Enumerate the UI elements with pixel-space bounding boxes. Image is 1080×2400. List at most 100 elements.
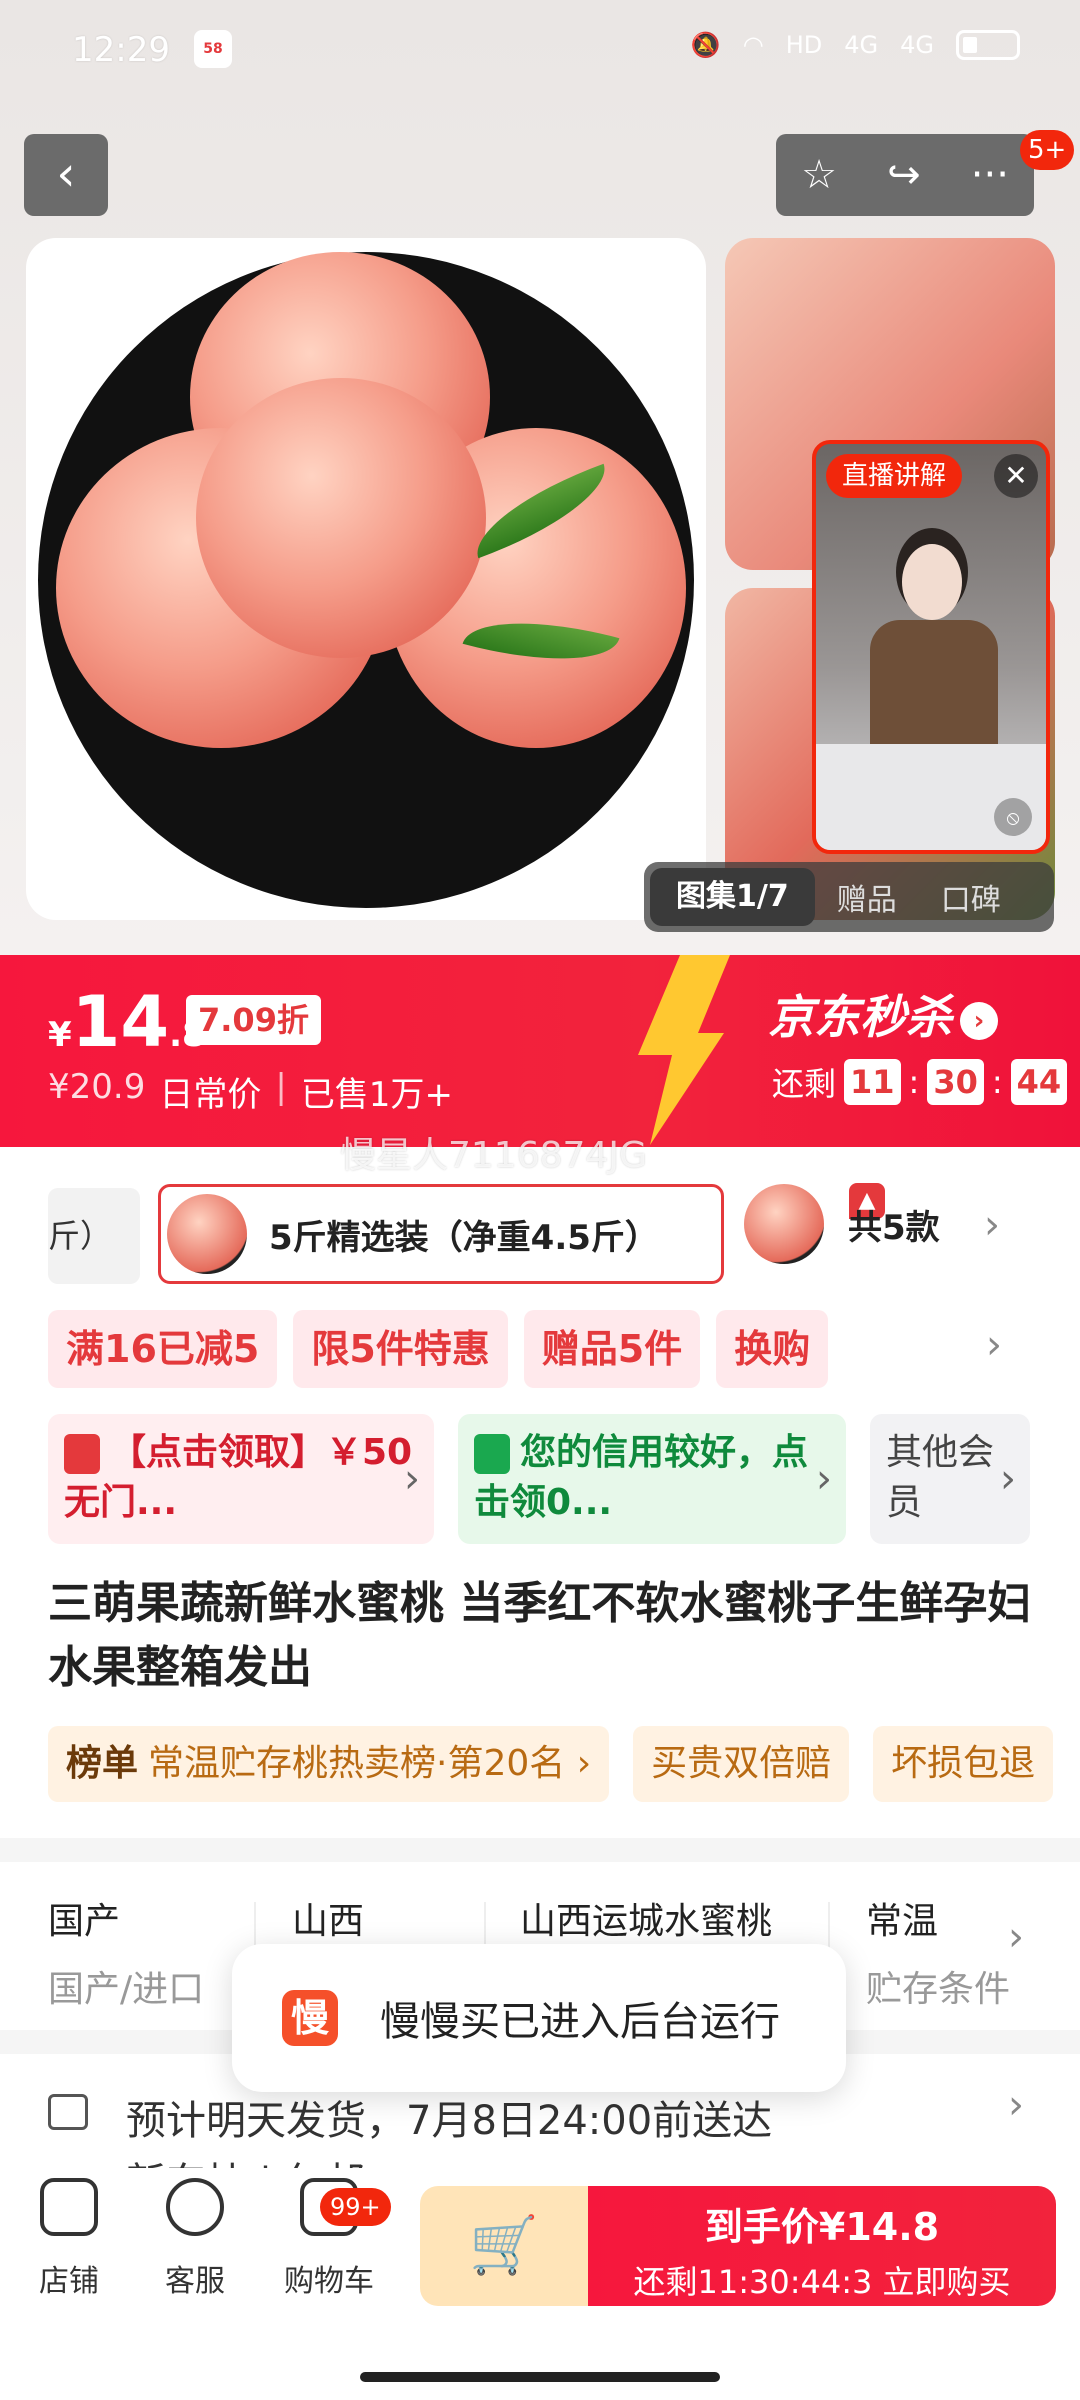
- variant-selector: 斤） 5斤精选装（净重4.5斤） ▲ 共5款 ›: [0, 1180, 1080, 1286]
- price-integer: 14: [71, 981, 170, 1063]
- buy-now-button[interactable]: 到手价¥14.8 还剩11:30:44:3 立即购买: [588, 2186, 1056, 2306]
- coupon-icon: [64, 1434, 100, 1474]
- customer-service-button[interactable]: 客服: [140, 2178, 250, 2300]
- chevron-right-icon: ›: [404, 1456, 420, 1502]
- countdown: 还剩 11 : 30 : 44: [772, 1059, 1068, 1105]
- status-bar: 12:29 58 🔕 ◠ HD 4G 4G: [0, 0, 1080, 100]
- spec-item: 山西: [292, 1892, 364, 1944]
- battery-icon: [956, 30, 1020, 60]
- variant-option[interactable]: 斤）: [48, 1188, 140, 1284]
- member-card[interactable]: 其他会员 ›: [870, 1414, 1030, 1544]
- mute-icon: 🔕: [690, 31, 721, 59]
- service-label: 客服: [165, 2264, 225, 2299]
- countdown-label: 还剩: [772, 1065, 837, 1103]
- spec-value: 常温: [866, 1901, 939, 1942]
- back-button[interactable]: ‹: [24, 134, 108, 216]
- countdown-seconds: 44: [1010, 1059, 1068, 1105]
- tab-gallery[interactable]: 图集1/7: [650, 868, 815, 926]
- original-price-label: 日常价: [159, 1075, 262, 1115]
- add-to-cart-button[interactable]: 🛒: [420, 2186, 588, 2306]
- rank-row: 榜单 常温贮存桃热卖榜·第20名 › 买贵双倍赔 坏损包退: [48, 1726, 1054, 1802]
- chevron-right-icon[interactable]: ›: [984, 1202, 1000, 1248]
- variant-thumbnail: [167, 1194, 247, 1274]
- live-badge: 直播讲解: [826, 454, 963, 498]
- presenter-image: [870, 620, 998, 750]
- shop-label: 店铺: [39, 2264, 99, 2299]
- presenter-image: [902, 544, 962, 620]
- guarantee-badge[interactable]: 买贵双倍赔: [633, 1726, 850, 1802]
- tab-gift[interactable]: 赠品: [815, 875, 919, 919]
- variant-option-selected[interactable]: 5斤精选装（净重4.5斤） ▲: [158, 1183, 885, 1284]
- share-icon[interactable]: ↪: [887, 152, 921, 198]
- spec-item: 国产 国产/进口: [48, 1892, 204, 2012]
- variant-all-button[interactable]: 共5款: [744, 1184, 940, 1264]
- promo-tag[interactable]: 赠品5件: [523, 1310, 701, 1388]
- favorite-icon[interactable]: ☆: [801, 152, 837, 198]
- discount-badge: 7.09折: [186, 995, 321, 1045]
- close-icon[interactable]: ✕: [994, 454, 1038, 498]
- seckill-link[interactable]: 京东秒杀 ›: [768, 981, 998, 1047]
- countdown-minutes: 30: [927, 1059, 984, 1105]
- price-details: ¥20.9 日常价 | 已售1万+: [48, 1067, 453, 1116]
- guarantee-badge[interactable]: 坏损包退: [873, 1726, 1054, 1802]
- promo-tags: 满16已减5 限5件特惠 赠品5件 换购: [48, 1310, 829, 1388]
- shop-button[interactable]: 店铺: [14, 2178, 124, 2300]
- spec-key: 国产/进口: [48, 1969, 205, 2010]
- credit-coupon-card[interactable]: 您的信用较好，点击领0... ›: [458, 1414, 846, 1544]
- countdown-colon: :: [991, 1063, 1003, 1101]
- rank-badge[interactable]: 榜单 常温贮存桃热卖榜·第20名 ›: [48, 1726, 610, 1802]
- price: ¥ 14 .8: [48, 981, 206, 1063]
- hd-icon: HD: [785, 31, 823, 59]
- more-icon[interactable]: ···: [971, 152, 1009, 198]
- peach-image: [196, 378, 486, 658]
- shop-icon: [40, 2178, 98, 2236]
- seckill-title: 京东秒杀: [768, 990, 952, 1044]
- coupon-text: 您的信用较好，点击领0...: [474, 1432, 809, 1523]
- spec-key: 贮存条件: [866, 1969, 1011, 2010]
- buy-countdown: 还剩11:30:44:3 立即购买: [633, 2263, 1011, 2301]
- product-title: 三萌果蔬新鲜水蜜桃 当季红不软水蜜桃子生鲜孕妇水果整箱发出: [48, 1578, 1032, 1693]
- toast-text: 慢慢买已进入后台运行: [380, 1999, 780, 2045]
- home-indicator[interactable]: [360, 2372, 720, 2382]
- chevron-right-icon: ›: [960, 1001, 998, 1040]
- promo-tag[interactable]: 换购: [716, 1310, 829, 1388]
- bottom-action-bar: 店铺 客服 购物车 99+ 🛒 到手价¥14.8 还剩11:30:44:3 立即…: [0, 2168, 1080, 2400]
- rank-text: 常温贮存桃热卖榜·第20名 ›: [148, 1743, 592, 1784]
- chevron-right-icon: ›: [1000, 1456, 1016, 1502]
- signal-4g-icon: 4G: [844, 31, 879, 59]
- variant-thumbnail: [744, 1184, 824, 1264]
- app-icon: 慢: [282, 1990, 338, 2046]
- product-main-image[interactable]: [26, 238, 706, 920]
- section-divider: [0, 1838, 1080, 1862]
- promo-tag[interactable]: 限5件特惠: [293, 1310, 508, 1388]
- coupon-row: 【点击领取】￥50无门... › 您的信用较好，点击领0... › 其他会员 ›: [48, 1414, 1080, 1544]
- status-time: 12:29: [72, 30, 170, 70]
- price-banner: ¥ 14 .8 7.09折 ¥20.9 日常价 | 已售1万+ 京东秒杀› 还剩…: [0, 955, 1080, 1147]
- delivery-truck-icon: [48, 2094, 88, 2130]
- wifi-icon: ◠: [742, 31, 764, 59]
- spec-value: 国产: [48, 1901, 121, 1942]
- countdown-hours: 11: [844, 1059, 901, 1105]
- status-icons: 🔕 ◠ HD 4G 4G: [691, 30, 1020, 60]
- variant-label: 5斤精选装（净重4.5斤）: [269, 1217, 659, 1258]
- separator: |: [275, 1067, 287, 1107]
- shopping-bag-icon: [474, 1434, 510, 1474]
- chevron-right-icon: ›: [816, 1456, 832, 1502]
- tab-reviews[interactable]: 口碑: [919, 875, 1023, 919]
- chevron-right-icon[interactable]: ›: [986, 1322, 1002, 1368]
- mute-icon[interactable]: ⦸: [994, 798, 1032, 836]
- promo-tag[interactable]: 满16已减5: [48, 1310, 278, 1388]
- coupon-text: 【点击领取】￥50无门...: [64, 1432, 413, 1523]
- sold-count: 已售1万+: [300, 1075, 453, 1115]
- chevron-right-icon: ›: [1008, 1914, 1024, 1960]
- countdown-colon: :: [908, 1063, 920, 1101]
- live-stream-window[interactable]: 直播讲解 ✕ ⦸: [812, 440, 1050, 854]
- app-logo-icon: 58: [194, 30, 232, 68]
- final-price: 到手价¥14.8: [704, 2205, 940, 2249]
- original-price: ¥20.9: [48, 1067, 146, 1107]
- coupon-card[interactable]: 【点击领取】￥50无门... ›: [48, 1414, 434, 1544]
- watermark: 慢星人7116874JG: [340, 1135, 647, 1176]
- more-badge: 5+: [1020, 130, 1075, 170]
- toast-notification: 慢 慢慢买已进入后台运行: [232, 1944, 846, 2092]
- variant-label: 斤）: [48, 1217, 113, 1255]
